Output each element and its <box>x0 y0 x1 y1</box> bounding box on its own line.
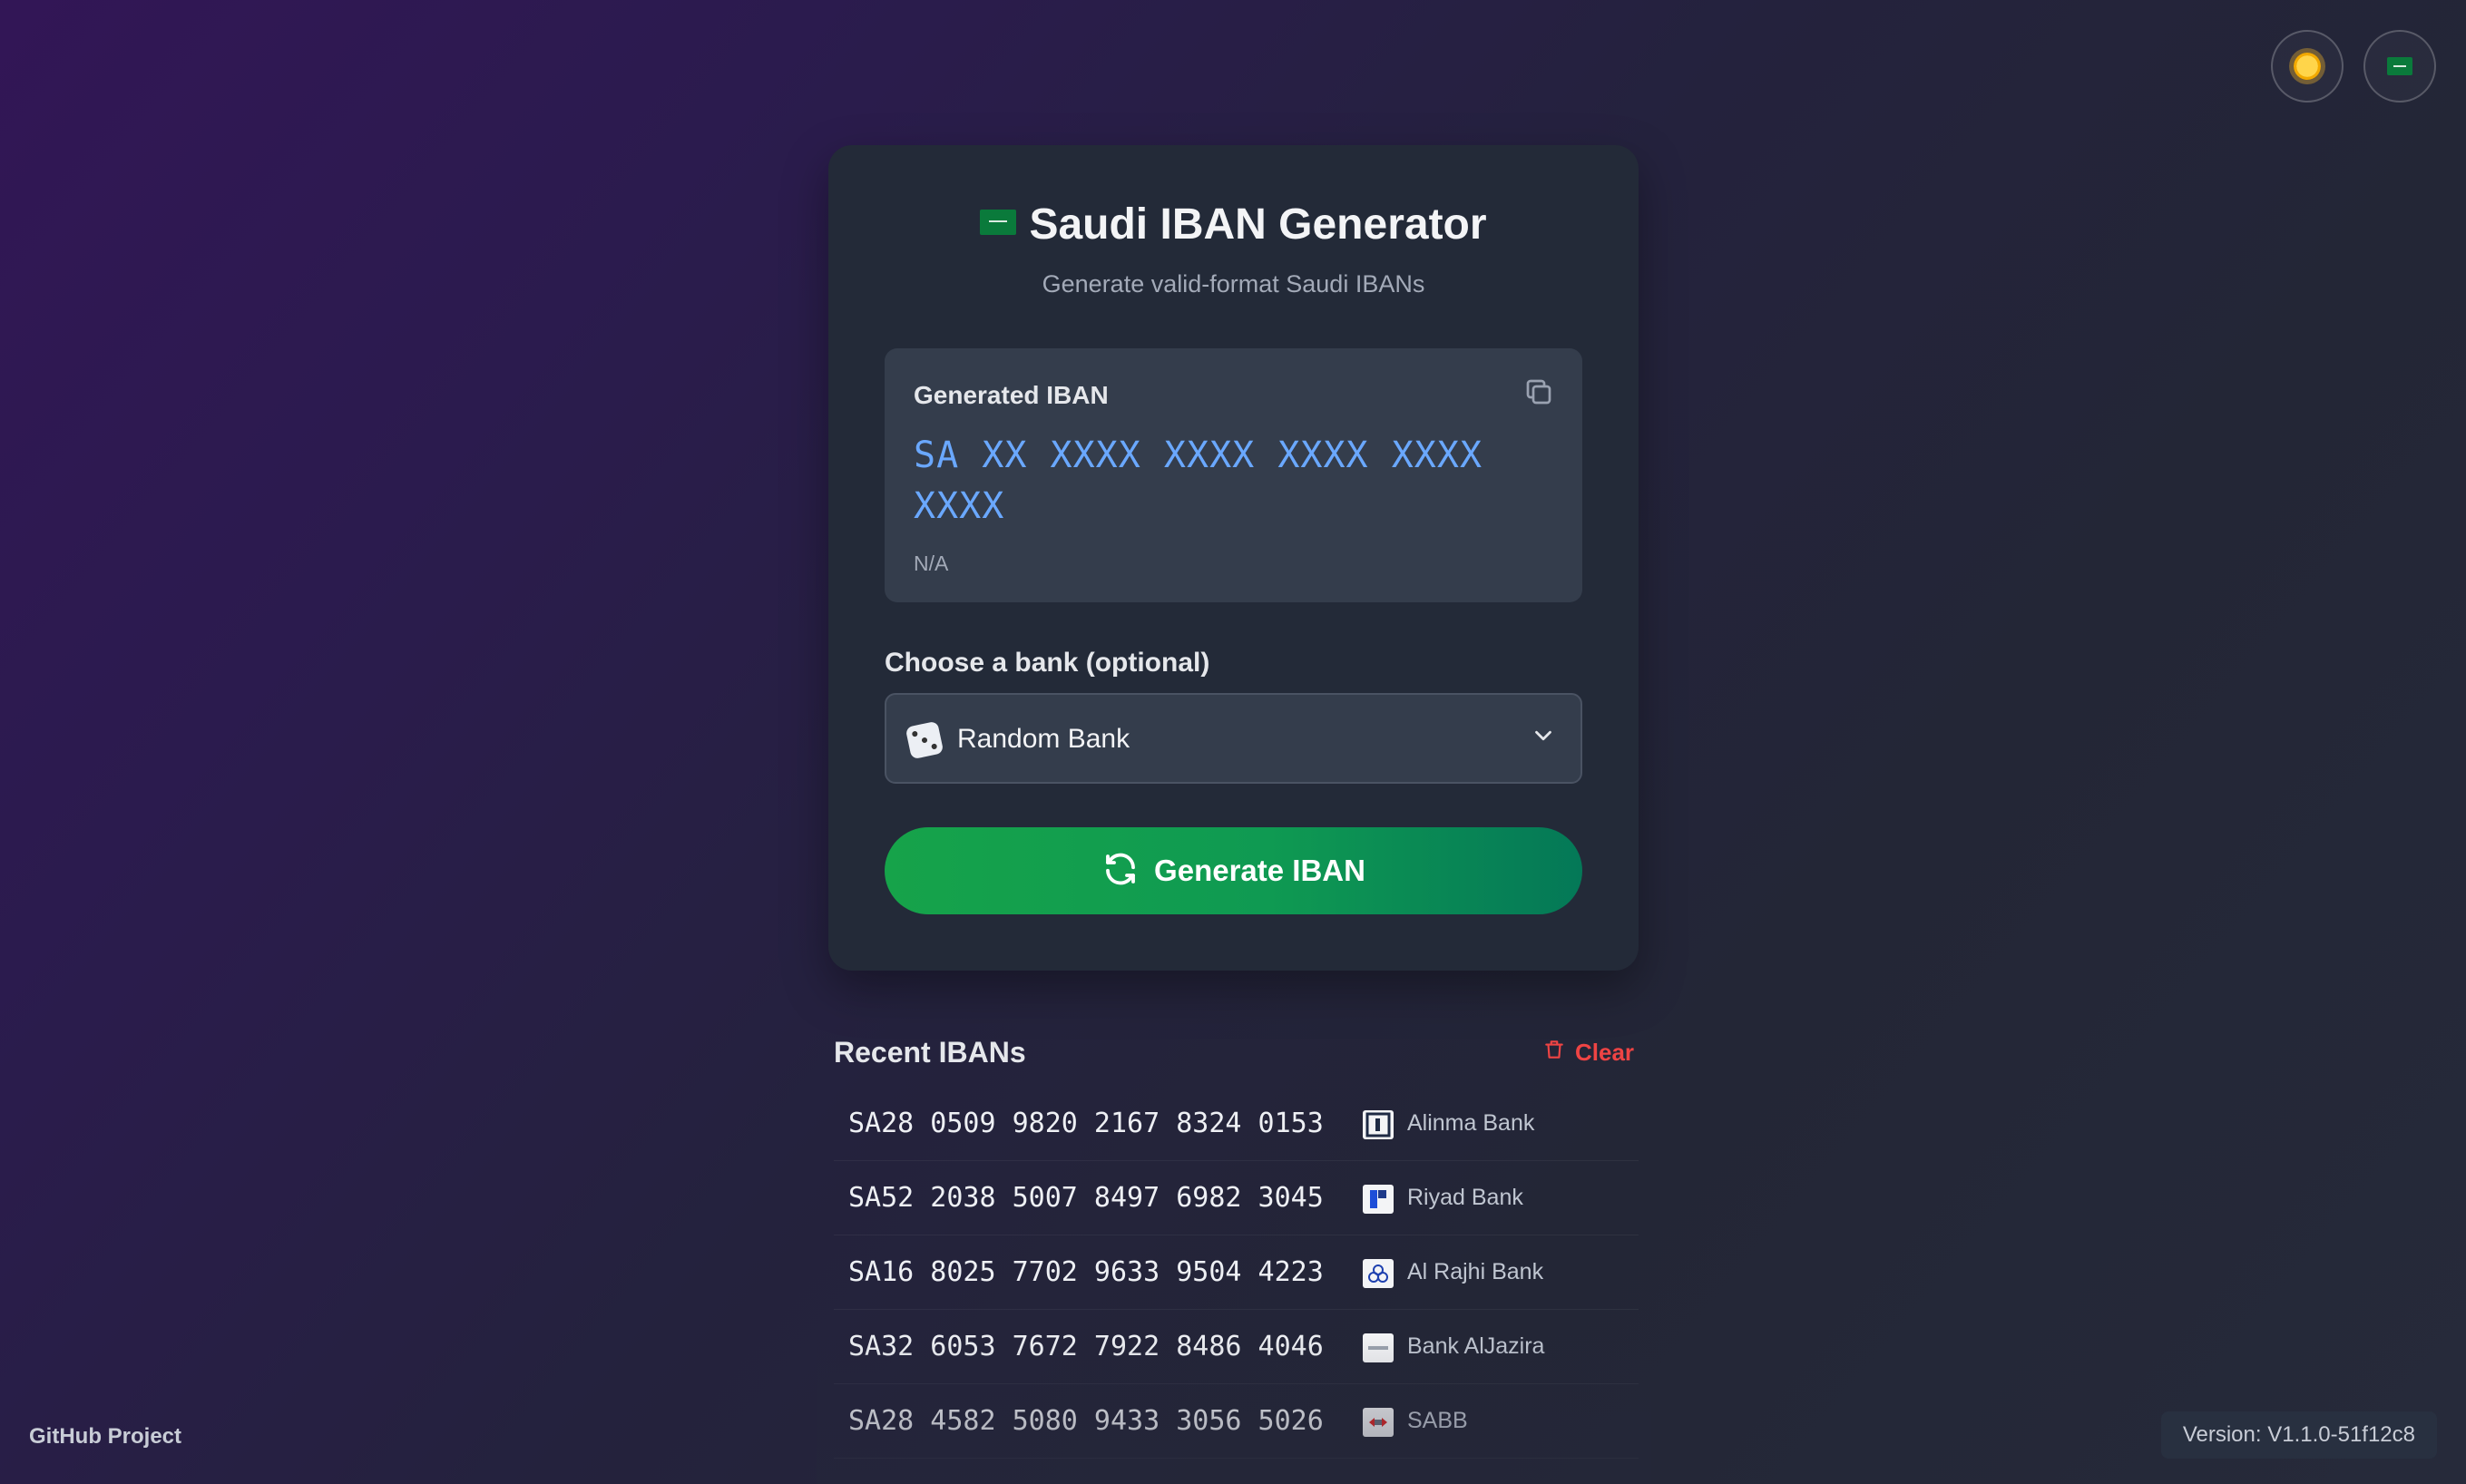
list-item[interactable]: SA16 8025 7702 9633 9504 4223 Al Rajhi B… <box>834 1235 1639 1310</box>
dice-icon <box>905 720 944 760</box>
recent-iban-value: SA16 8025 7702 9633 9504 4223 <box>848 1256 1324 1288</box>
al-rajhi-bank-logo-icon <box>1363 1259 1394 1288</box>
list-item[interactable]: SA28 0509 9820 2167 8324 0153 Alinma Ban… <box>834 1087 1639 1161</box>
recent-ibans-title: Recent IBANs <box>834 1036 1026 1069</box>
sun-icon <box>2294 53 2321 80</box>
refresh-icon <box>1101 850 1140 893</box>
page-title: Saudi IBAN Generator <box>828 200 1639 249</box>
recent-bank-name: SABB <box>1407 1408 1468 1433</box>
recent-bank-name: Al Rajhi Bank <box>1407 1259 1544 1284</box>
recent-iban-value: SA32 6053 7672 7922 8486 4046 <box>848 1331 1324 1362</box>
github-project-link[interactable]: GitHub Project <box>29 1424 181 1450</box>
recent-iban-value: SA28 0509 9820 2167 8324 0153 <box>848 1108 1324 1139</box>
saudi-flag-icon <box>980 210 1017 235</box>
copy-icon[interactable] <box>1522 376 1555 408</box>
generate-iban-label: Generate IBAN <box>1154 854 1365 887</box>
bank-aljazira-logo-icon <box>1363 1333 1394 1362</box>
generated-iban-panel: Generated IBAN SA XX XXXX XXXX XXXX XXXX… <box>885 348 1582 602</box>
generator-card: Saudi IBAN Generator Generate valid-form… <box>828 145 1639 971</box>
clear-label: Clear <box>1575 1039 1635 1066</box>
trash-icon <box>1542 1038 1566 1068</box>
recent-ibans-list: SA28 0509 9820 2167 8324 0153 Alinma Ban… <box>834 1087 1639 1459</box>
language-toggle-button[interactable] <box>2363 30 2436 103</box>
list-item[interactable]: SA32 6053 7672 7922 8486 4046 Bank AlJaz… <box>834 1310 1639 1384</box>
bank-select-value: Random Bank <box>957 724 1130 754</box>
generated-iban-value: SA XX XXXX XXXX XXXX XXXX XXXX <box>914 434 1483 527</box>
top-actions <box>2271 30 2436 103</box>
recent-bank-name: Bank AlJazira <box>1407 1333 1545 1359</box>
generate-iban-button[interactable]: Generate IBAN <box>885 827 1582 914</box>
clear-button[interactable]: Clear <box>1542 1038 1634 1068</box>
version-badge: Version: V1.1.0-51f12c8 <box>2160 1411 2437 1459</box>
saudi-flag-icon <box>2387 57 2412 75</box>
list-item[interactable]: SA28 4582 5080 9433 3056 5026 SABB <box>834 1384 1639 1459</box>
recent-bank-name: Alinma Bank <box>1407 1110 1535 1136</box>
theme-toggle-button[interactable] <box>2271 30 2344 103</box>
title-text: Saudi IBAN Generator <box>1029 200 1487 249</box>
recent-iban-value: SA28 4582 5080 9433 3056 5026 <box>848 1405 1324 1437</box>
bank-select[interactable]: Random Bank <box>885 693 1582 784</box>
generated-iban-bank: N/A <box>914 552 949 575</box>
recent-bank-name: Riyad Bank <box>1407 1185 1523 1210</box>
page-subtitle: Generate valid-format Saudi IBANs <box>1042 270 1425 298</box>
alinma-bank-logo-icon <box>1363 1110 1394 1139</box>
sabb-logo-icon <box>1363 1408 1394 1437</box>
choose-bank-label: Choose a bank (optional) <box>885 648 1210 678</box>
list-item[interactable]: SA52 2038 5007 8497 6982 3045 Riyad Bank <box>834 1161 1639 1235</box>
chevron-down-icon <box>1530 722 1557 749</box>
generated-iban-label: Generated IBAN <box>914 381 1109 409</box>
recent-iban-value: SA52 2038 5007 8497 6982 3045 <box>848 1182 1324 1214</box>
riyad-bank-logo-icon <box>1363 1185 1394 1214</box>
